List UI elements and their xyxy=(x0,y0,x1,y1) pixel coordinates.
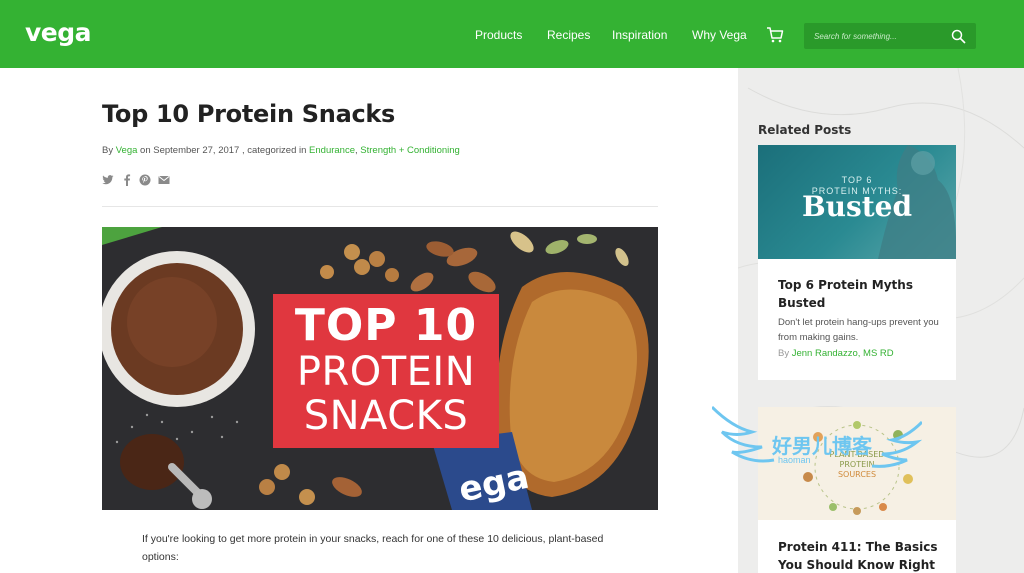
vega-logo[interactable]: vega xyxy=(25,18,92,47)
watermark-subtext: haoman xyxy=(778,455,811,465)
email-icon[interactable] xyxy=(158,174,170,186)
twitter-icon[interactable] xyxy=(102,174,114,186)
hero-image: ega TOP 10 PROTEIN SNACKS xyxy=(102,227,658,510)
category-endurance-link[interactable]: Endurance xyxy=(309,145,355,156)
related-post-card[interactable]: TOP 6 PROTEIN MYTHS: Busted Top 6 Protei… xyxy=(758,145,956,380)
search-input[interactable] xyxy=(804,23,944,49)
article-divider xyxy=(102,206,658,207)
top-nav-bar: vega Products Recipes Inspiration Why Ve… xyxy=(0,0,1024,68)
related-post-by: By xyxy=(778,348,792,359)
related-post-title[interactable]: Protein 411: The Basics You Should Know … xyxy=(778,538,953,573)
related-post-title[interactable]: Top 6 Protein Myths Busted xyxy=(778,276,938,312)
related-post-image[interactable]: TOP 6 PROTEIN MYTHS: Busted xyxy=(758,145,956,259)
related-post-excerpt: Don't let protein hang-ups prevent you f… xyxy=(778,317,939,343)
hero-line-1: TOP 10 xyxy=(294,300,478,351)
article-title: Top 10 Protein Snacks xyxy=(102,100,396,128)
related-post-image-title: Busted xyxy=(801,190,913,223)
related-post-author: By Jenn Randazzo, MS RD xyxy=(778,348,894,359)
author-link[interactable]: Vega xyxy=(116,145,138,156)
nav-why-vega[interactable]: Why Vega xyxy=(692,28,747,42)
hero-line-2: PROTEIN xyxy=(296,349,476,395)
search-icon[interactable] xyxy=(951,29,966,44)
hero-line-3: SNACKS xyxy=(303,393,469,439)
related-posts-heading: Related Posts xyxy=(758,123,852,137)
facebook-icon[interactable] xyxy=(121,174,133,186)
cart-icon[interactable] xyxy=(766,26,784,44)
article-intro: If you're looking to get more protein in… xyxy=(142,533,604,563)
article-byline: By Vega on September 27, 2017 , categori… xyxy=(102,145,460,156)
pinterest-icon[interactable] xyxy=(139,174,151,186)
nav-products[interactable]: Products xyxy=(475,28,522,42)
nav-recipes[interactable]: Recipes xyxy=(547,28,590,42)
byline-by: By xyxy=(102,145,116,156)
category-strength-link[interactable]: Strength + Conditioning xyxy=(360,145,460,156)
nav-inspiration[interactable]: Inspiration xyxy=(612,28,667,42)
related-post-author-link[interactable]: Jenn Randazzo, MS RD xyxy=(792,348,894,359)
byline-date: on September 27, 2017 , categorized in xyxy=(137,145,310,156)
hero-title-box: TOP 10 PROTEIN SNACKS xyxy=(273,294,499,448)
